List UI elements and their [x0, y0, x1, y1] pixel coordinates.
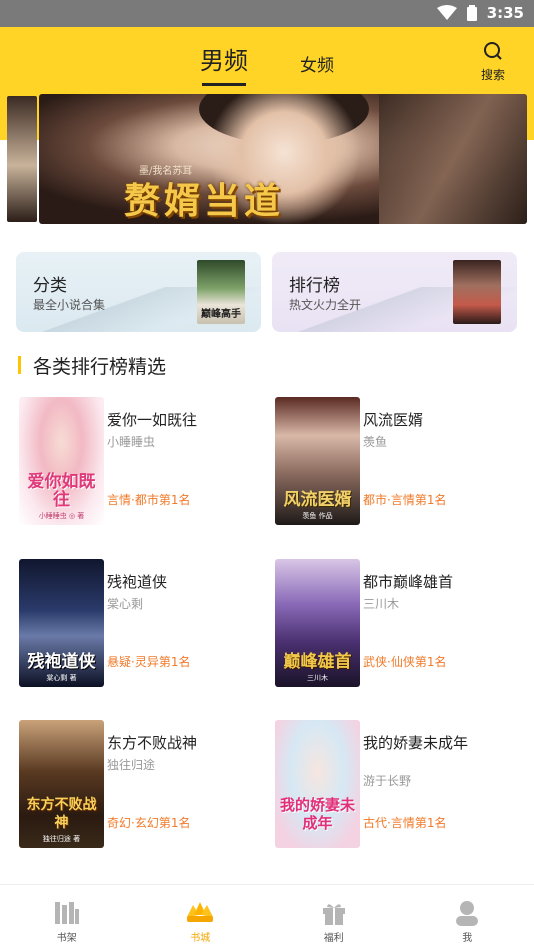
category-title: 分类 — [33, 276, 67, 296]
book-cover: 巅峰雄首 三川木 — [275, 559, 360, 687]
book-cover-author: 三川木 — [307, 674, 328, 682]
section-marker — [18, 356, 21, 374]
banner-figure-right — [379, 94, 527, 224]
tab-female[interactable]: 女频 — [300, 51, 334, 76]
book-cover: 爱你如既往 小睡睡虫 ◎ 著 — [19, 397, 104, 525]
book-rank: 悬疑·灵异第1名 — [107, 655, 191, 669]
book-title: 都市巅峰雄首 — [363, 573, 454, 591]
category-card[interactable]: 分类 最全小说合集 巅峰高手 — [16, 252, 261, 332]
book-cover-author: 羡鱼 作品 — [302, 512, 333, 520]
banner-title: 赘婿当道 — [124, 180, 285, 222]
category-subtitle: 最全小说合集 — [33, 298, 106, 312]
book-rank: 武侠·仙侠第1名 — [363, 655, 447, 669]
book-title: 东方不败战神 — [107, 734, 198, 752]
book-rank: 古代·言情第1名 — [363, 816, 447, 830]
nav-welfare-label: 福利 — [323, 933, 344, 944]
book-cover-title: 风流医婿 — [283, 490, 352, 510]
book-cover: 风流医婿 羡鱼 作品 — [275, 397, 360, 525]
book-cover-title: 巅峰雄首 — [283, 652, 352, 672]
wifi-icon — [436, 5, 457, 20]
book-author: 小睡睡虫 — [107, 435, 156, 449]
book-author: 棠心剩 — [107, 597, 144, 611]
nav-bookstore[interactable]: 书城 — [134, 885, 268, 949]
book-author: 独往归途 — [107, 758, 156, 772]
nav-me[interactable]: 我 — [401, 885, 534, 949]
tab-male[interactable]: 男频 — [200, 41, 248, 86]
tab-male-label: 男频 — [200, 47, 248, 75]
search-label: 搜索 — [480, 68, 505, 82]
gift-icon — [322, 904, 345, 925]
nav-bookstore-label: 书城 — [190, 933, 211, 944]
book-item[interactable]: 巅峰雄首 三川木 都市巅峰雄首 三川木 武侠·仙侠第1名 — [275, 559, 525, 689]
book-cover: 我的娇妻未成年 — [275, 720, 360, 848]
book-cover-title: 东方不败战神 — [26, 797, 97, 831]
bookshelf-icon — [54, 902, 79, 924]
tab-female-label: 女频 — [300, 56, 334, 76]
book-author: 三川木 — [363, 597, 400, 611]
category-thumbnail-text: 巅峰高手 — [201, 309, 241, 320]
book-item[interactable]: 爱你如既往 小睡睡虫 ◎ 著 爱你一如既往 小睡睡虫 言情·都市第1名 — [19, 397, 269, 527]
nav-me-label: 我 — [462, 933, 473, 944]
nav-bookshelf-label: 书架 — [56, 933, 77, 944]
book-rank: 都市·言情第1名 — [363, 493, 447, 507]
status-time: 3:35 — [486, 4, 524, 22]
battery-icon — [466, 5, 477, 21]
status-bar: 3:35 — [0, 0, 534, 27]
section-title: 各类排行榜精选 — [33, 355, 167, 378]
section-header: 各类排行榜精选 — [18, 353, 167, 378]
ranking-thumbnail — [453, 260, 501, 324]
book-author: 游于长野 — [363, 774, 412, 788]
book-title: 我的娇妻未成年 — [363, 734, 469, 752]
book-item[interactable]: 风流医婿 羡鱼 作品 风流医婿 羡鱼 都市·言情第1名 — [275, 397, 525, 527]
ranking-card[interactable]: 排行榜 热文火力全开 — [272, 252, 517, 332]
top-bar: 男频 女频 搜索 — [0, 27, 534, 92]
search-button[interactable]: 搜索 — [478, 41, 508, 83]
ranking-subtitle: 热文火力全开 — [289, 298, 362, 312]
book-cover-title: 爱你如既往 — [27, 472, 96, 510]
ranking-title: 排行榜 — [289, 276, 340, 296]
book-cover-author: 独往归途 著 — [42, 835, 81, 843]
search-icon — [484, 42, 502, 60]
book-item[interactable]: 我的娇妻未成年 我的娇妻未成年 游于长野 古代·言情第1名 — [275, 720, 525, 850]
book-cover-title: 残袍道侠 — [27, 652, 96, 672]
book-cover-title: 我的娇妻未成年 — [279, 796, 355, 832]
nav-welfare[interactable]: 福利 — [267, 885, 401, 949]
bookstore-icon — [187, 902, 214, 922]
book-cover: 东方不败战神 独往归途 著 — [19, 720, 104, 848]
book-rank: 言情·都市第1名 — [107, 493, 191, 507]
active-tab-indicator — [202, 83, 246, 86]
book-title: 残袍道侠 — [107, 573, 168, 591]
book-cover: 残袍道侠 棠心剩 著 — [19, 559, 104, 687]
banner-slide[interactable]: 墨/我名苏耳 赘婿当道 — [39, 94, 527, 224]
category-thumbnail: 巅峰高手 — [197, 260, 245, 324]
book-title: 爱你一如既往 — [107, 411, 198, 429]
book-item[interactable]: 东方不败战神 独往归途 著 东方不败战神 独往归途 奇幻·玄幻第1名 — [19, 720, 269, 850]
banner-prev-slide[interactable] — [7, 96, 37, 222]
book-author: 羡鱼 — [363, 435, 388, 449]
book-item[interactable]: 残袍道侠 棠心剩 著 残袍道侠 棠心剩 悬疑·灵异第1名 — [19, 559, 269, 689]
book-cover-author: 小睡睡虫 ◎ 著 — [38, 512, 85, 520]
book-rank: 奇幻·玄幻第1名 — [107, 816, 191, 830]
user-icon — [456, 901, 479, 926]
book-title: 风流医婿 — [363, 411, 424, 429]
nav-bookshelf[interactable]: 书架 — [0, 885, 134, 949]
book-cover-author: 棠心剩 著 — [46, 674, 77, 682]
bottom-nav: 书架 书城 福利 我 — [0, 884, 534, 949]
